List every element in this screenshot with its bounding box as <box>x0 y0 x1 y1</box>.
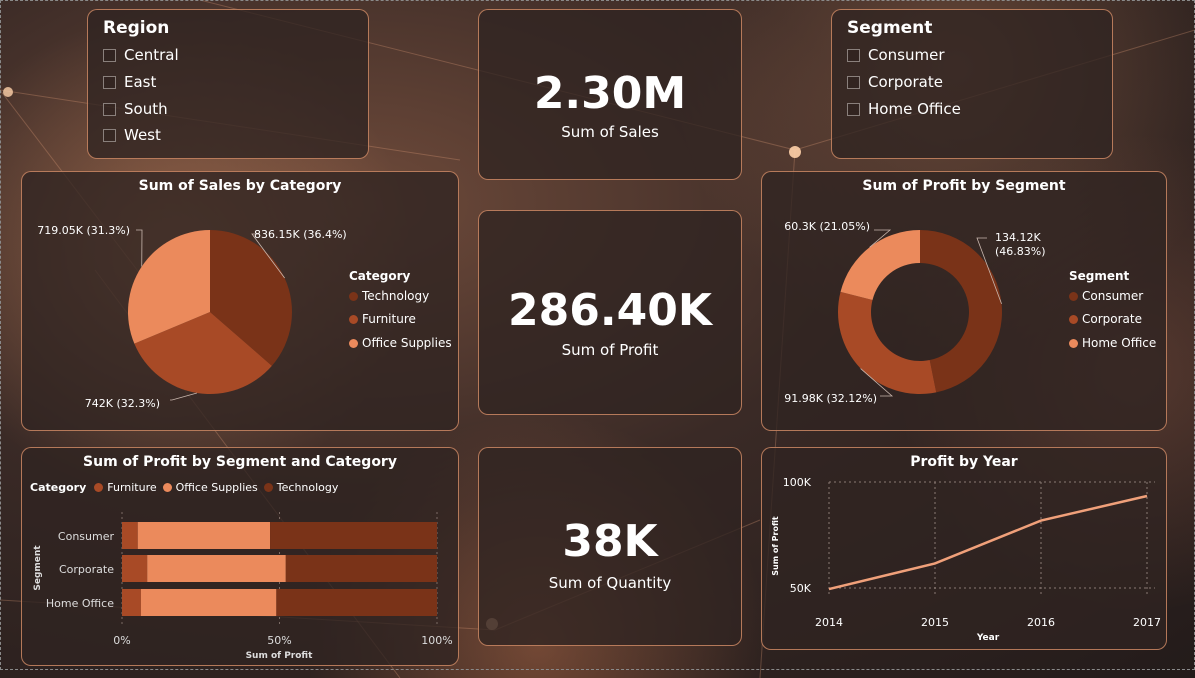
checkbox[interactable] <box>847 102 860 116</box>
legend-dot <box>1069 338 1078 348</box>
region-slicer-title: Region <box>103 18 170 38</box>
kpi-value: 2.30M <box>533 68 687 119</box>
legend-label: Furniture <box>362 312 416 326</box>
checkbox[interactable] <box>847 48 860 62</box>
region-option-label: Central <box>124 46 179 64</box>
y-axis-label: Sum of Profit <box>771 516 780 576</box>
segment-slicer: Segment Consumer Corporate Home Office <box>831 9 1113 159</box>
legend-item-home-office[interactable]: Home Office <box>1069 336 1156 350</box>
kpi-card-quantity: 38K Sum of Quantity <box>478 447 742 646</box>
data-label: 742K (32.3%) <box>85 397 160 410</box>
region-option-label: East <box>124 73 157 91</box>
y-tick-label: 50K <box>790 582 812 595</box>
region-option-central[interactable]: Central <box>103 46 179 64</box>
region-option-label: West <box>124 126 161 144</box>
profit-by-year-line-chart: 2014 2015 2016 2017 50K 100K Year Sum of Profit <box>771 476 1161 643</box>
legend-label: Technology <box>362 289 430 303</box>
data-label: 60.3K (21.05%) <box>784 220 870 233</box>
profit-by-segment-category-card: Sum of Profit by Segment and Category Ca… <box>21 447 459 666</box>
kpi-card-sales: 2.30M Sum of Sales <box>478 9 742 180</box>
x-tick-label: 2014 <box>815 616 843 629</box>
checkbox[interactable] <box>103 75 116 89</box>
kpi-value: 286.40K <box>508 285 712 336</box>
kpi-label: Sum of Profit <box>561 341 659 359</box>
profit-by-segment-card: Sum of Profit by Segment 134.12K (46.83%)… <box>761 171 1167 431</box>
pie-slice-home-office[interactable] <box>840 230 920 300</box>
data-label: 91.98K (32.12%) <box>784 392 877 405</box>
sales-by-category-card: Sum of Sales by Category 836.15K (36.4%)… <box>21 171 459 431</box>
x-tick-label: 2015 <box>921 616 949 629</box>
segment-option-label: Corporate <box>868 73 943 91</box>
y-tick-label: Home Office <box>46 597 114 610</box>
leader-line <box>170 392 198 401</box>
legend-item-corporate[interactable]: Corporate <box>1069 312 1142 326</box>
legend-label: Home Office <box>1082 336 1157 350</box>
legend-item-technology[interactable]: Technology <box>349 289 429 303</box>
segment-option-label: Consumer <box>868 46 945 64</box>
y-tick-label: 100K <box>783 476 812 489</box>
segment-slicer-title: Segment <box>847 18 933 38</box>
y-axis-label: Segment <box>33 545 43 591</box>
checkbox[interactable] <box>103 48 116 62</box>
leader-line <box>136 229 143 267</box>
bar-consumer-technology[interactable] <box>270 522 437 549</box>
x-tick-label: 100% <box>421 634 452 647</box>
data-label: 836.15K (36.4%) <box>254 228 347 241</box>
segment-option-consumer[interactable]: Consumer <box>847 46 945 64</box>
x-tick-label: 0% <box>113 634 130 647</box>
kpi-card-profit: 286.40K Sum of Profit <box>478 210 742 415</box>
bar-consumer-office-supplies[interactable] <box>137 522 271 549</box>
bar-home-office-furniture[interactable] <box>122 589 141 616</box>
kpi-label: Sum of Sales <box>561 123 659 141</box>
pie-slice-corporate[interactable] <box>838 291 937 394</box>
bar-corporate-technology[interactable] <box>285 555 437 582</box>
legend-dot <box>349 338 358 348</box>
legend-title: Segment <box>1069 269 1130 283</box>
x-tick-label: 2016 <box>1027 616 1055 629</box>
kpi-value: 38K <box>562 516 658 567</box>
legend-dot <box>1069 291 1078 301</box>
legend-dot <box>349 291 358 301</box>
region-option-east[interactable]: East <box>103 73 156 91</box>
y-tick-label: Consumer <box>58 530 115 543</box>
stacked-bar-chart: 0% 50% 100% Consumer Corporate Home Office Sum… <box>33 512 453 661</box>
legend-item-furniture[interactable]: Furniture <box>349 312 416 326</box>
profit-line <box>828 494 1148 591</box>
checkbox[interactable] <box>103 128 116 142</box>
pie-slice-consumer[interactable] <box>920 230 1002 393</box>
data-label: 134.12K <box>995 231 1041 244</box>
checkbox[interactable] <box>847 75 860 89</box>
region-option-label: South <box>124 100 168 118</box>
legend-dot <box>349 314 358 324</box>
kpi-label: Sum of Quantity <box>548 574 672 592</box>
x-axis-label: Sum of Profit <box>246 651 314 661</box>
data-label: 719.05K (31.3%) <box>37 224 130 237</box>
bar-home-office-office-supplies[interactable] <box>140 589 277 616</box>
x-axis-label: Year <box>976 633 1000 643</box>
bar-consumer-furniture[interactable] <box>122 522 138 549</box>
bar-corporate-office-supplies[interactable] <box>147 555 286 582</box>
bar-home-office-technology[interactable] <box>276 589 437 616</box>
x-tick-label: 2017 <box>1133 616 1161 629</box>
x-tick-label: 50% <box>267 634 291 647</box>
region-slicer: Region Central East South West <box>87 9 369 159</box>
y-tick-label: Corporate <box>59 563 114 576</box>
legend-label: Office Supplies <box>362 336 452 350</box>
legend-dot <box>1069 314 1078 324</box>
region-option-west[interactable]: West <box>103 126 161 144</box>
region-option-south[interactable]: South <box>103 100 168 118</box>
segment-option-home-office[interactable]: Home Office <box>847 100 961 118</box>
legend-label: Consumer <box>1082 289 1144 303</box>
bar-corporate-furniture[interactable] <box>122 555 148 582</box>
legend-item-office-supplies[interactable]: Office Supplies <box>349 336 452 350</box>
segment-option-corporate[interactable]: Corporate <box>847 73 943 91</box>
checkbox[interactable] <box>103 102 116 116</box>
profit-by-year-card: Profit by Year 2014 2015 2016 2017 50K 100K Ye… <box>761 447 1167 650</box>
data-label: (46.83%) <box>995 245 1046 258</box>
legend-item-consumer[interactable]: Consumer <box>1069 289 1143 303</box>
segment-option-label: Home Office <box>868 100 961 118</box>
legend-label: Corporate <box>1082 312 1142 326</box>
legend-title: Category <box>349 269 411 283</box>
